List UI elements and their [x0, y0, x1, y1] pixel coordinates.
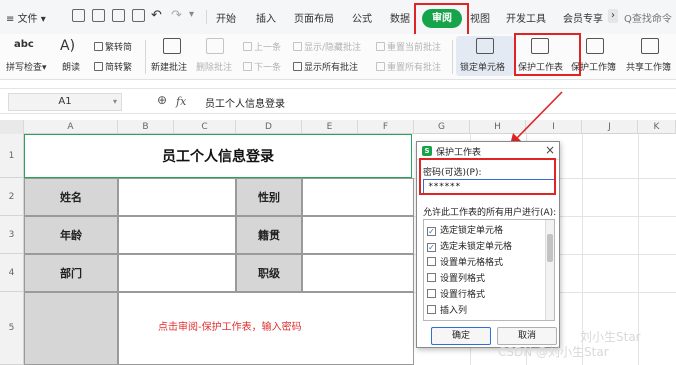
allow-users-label: 允许此工作表的所有用户进行(A): [423, 208, 557, 218]
permission-select-unlocked[interactable]: ✓ 选定未锁定单元格 [427, 239, 512, 254]
permission-format-columns[interactable]: 设置列格式 [427, 271, 485, 286]
permission-insert-columns[interactable]: 插入列 [427, 303, 467, 318]
permissions-list[interactable]: ✓ 选定锁定单元格 ✓ 选定未锁定单元格 设置单元格格式 设置列格式 设置行格式 插… [423, 219, 555, 321]
password-highlight [419, 158, 556, 195]
permission-format-rows[interactable]: 设置行格式 [427, 287, 485, 302]
checkbox-icon[interactable] [427, 273, 436, 282]
close-icon[interactable]: × [545, 143, 555, 157]
checkbox-checked-icon[interactable]: ✓ [427, 227, 436, 236]
annotation-arrow [510, 91, 563, 145]
checkbox-icon[interactable] [427, 289, 436, 298]
arrow-line [515, 91, 563, 140]
ok-button[interactable]: 确定 [431, 327, 491, 345]
permission-select-locked[interactable]: ✓ 选定锁定单元格 [427, 223, 503, 238]
permission-format-cells[interactable]: 设置单元格格式 [427, 255, 503, 270]
watermark-line2: CSDN @刘小生Star [498, 345, 609, 359]
app-icon: S [422, 146, 432, 156]
scrollbar-thumb[interactable] [547, 234, 553, 262]
checkbox-icon[interactable] [427, 305, 436, 314]
dialog-title: 保护工作表 [436, 148, 482, 158]
scrollbar[interactable] [545, 220, 554, 320]
checkbox-icon[interactable] [427, 257, 436, 266]
checkbox-checked-icon[interactable]: ✓ [427, 243, 436, 252]
